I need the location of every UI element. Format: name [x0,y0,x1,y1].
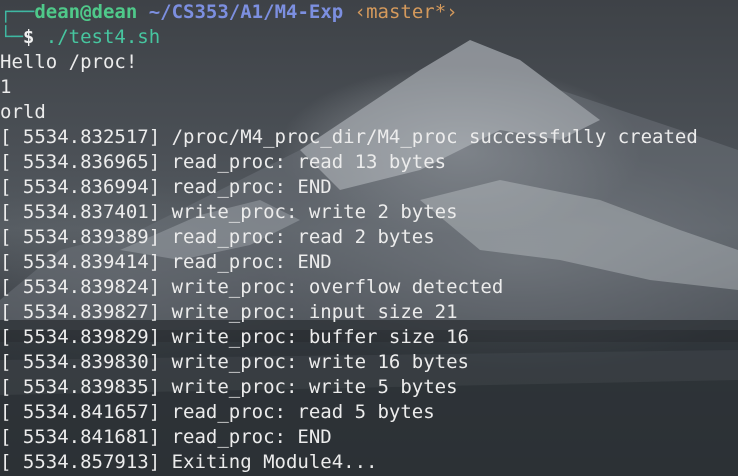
prompt-corner-top: ┌── [0,1,35,23]
output-line: 1 [0,76,12,98]
prompt-user-host: dean@dean [34,1,138,23]
prompt-git-branch: ‹master*› [354,1,458,23]
kernel-log-line: [ 5534.841657] read_proc: read 5 bytes [0,401,435,423]
output-line: Hello /proc! [0,51,138,73]
prompt-corner-bottom: └─ [0,26,23,48]
kernel-log-line: [ 5534.839835] write_proc: write 5 bytes [0,376,458,398]
command-line[interactable]: └─$ ./test4.sh [0,25,738,50]
prompt-symbol: $ [22,26,35,48]
command-text: ./test4.sh [45,26,161,48]
kernel-log-line: [ 5534.857913] Exiting Module4... [0,451,378,473]
kernel-log-line: [ 5534.839827] write_proc: input size 21 [0,301,458,323]
kernel-log-line: [ 5534.836994] read_proc: END [0,176,332,198]
kernel-log-line: [ 5534.837401] write_proc: write 2 bytes [0,201,458,223]
kernel-log-line: [ 5534.839829] write_proc: buffer size 1… [0,326,469,348]
kernel-log-line: [ 5534.841681] read_proc: END [0,426,332,448]
prompt-line: ┌──dean@dean ~/CS353/A1/M4-Exp ‹master*› [0,0,738,25]
kernel-log-line: [ 5534.839824] write_proc: overflow dete… [0,276,504,298]
kernel-log-line: [ 5534.836965] read_proc: read 13 bytes [0,151,447,173]
prompt-path: ~/CS353/A1/M4-Exp [148,1,344,23]
terminal-window[interactable]: ┌──dean@dean ~/CS353/A1/M4-Exp ‹master*›… [0,0,738,476]
output-line: orld [0,101,46,123]
kernel-log-line: [ 5534.839389] read_proc: read 2 bytes [0,226,435,248]
kernel-log-line: [ 5534.839830] write_proc: write 16 byte… [0,351,469,373]
kernel-log-line: [ 5534.839414] read_proc: END [0,251,332,273]
kernel-log-line: [ 5534.832517] /proc/M4_proc_dir/M4_proc… [0,126,698,148]
